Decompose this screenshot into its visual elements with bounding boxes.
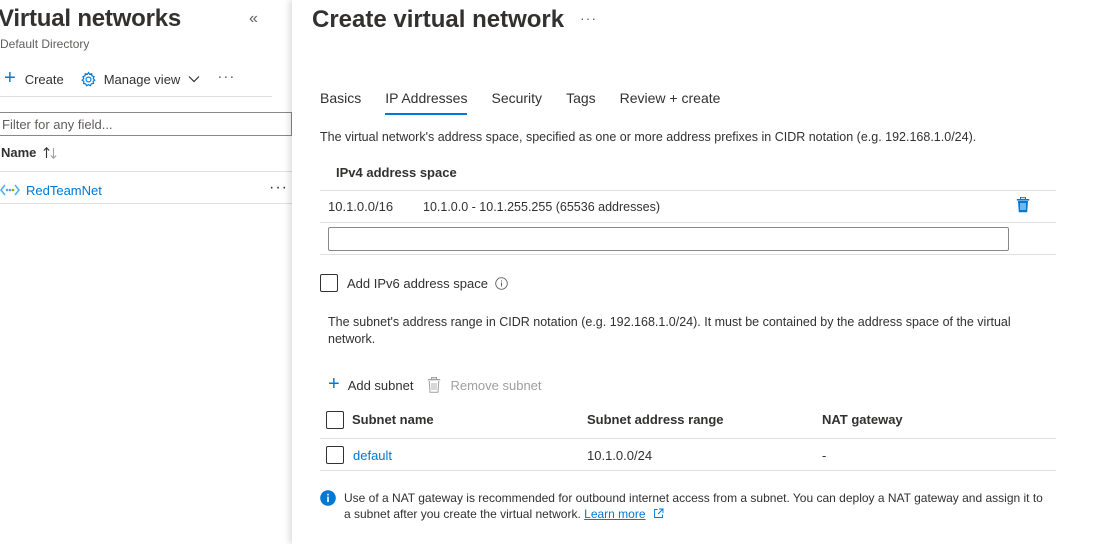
sort-icon[interactable] — [42, 146, 58, 160]
nat-info-text: Use of a NAT gateway is recommended for … — [344, 490, 1050, 522]
manage-view-label: Manage view — [103, 71, 181, 87]
learn-more-link[interactable]: Learn more — [584, 507, 645, 521]
azure-portal-page: Virtual networks Default Directory « + C… — [0, 0, 1120, 544]
address-range: 10.1.0.0 - 10.1.255.255 (65536 addresses… — [423, 200, 660, 214]
virtual-networks-blade: Virtual networks Default Directory « + C… — [0, 0, 292, 544]
command-bar: + Create Manage view ··· — [0, 66, 272, 92]
ipv4-header-divider — [320, 190, 1056, 191]
address-row-divider — [320, 222, 1056, 223]
ipv6-checkbox-label: Add IPv6 address space — [347, 275, 488, 291]
more-options-button[interactable]: ··· — [580, 10, 597, 26]
tab-review-create[interactable]: Review + create — [620, 90, 721, 115]
collapse-blade-icon[interactable]: « — [249, 10, 258, 28]
wizard-tabs: Basics IP Addresses Security Tags Review… — [320, 90, 744, 115]
subnet-description: The subnet's address range in CIDR notat… — [328, 315, 1011, 346]
subnet-row-divider — [320, 470, 1056, 471]
ipv6-option: Add IPv6 address space — [320, 274, 508, 292]
row-more-button[interactable]: ··· — [269, 179, 288, 197]
subnet-range-cell: 10.1.0.0/24 — [587, 448, 653, 463]
subnet-name-header: Subnet name — [352, 412, 434, 427]
subnet-range-header: Subnet address range — [587, 412, 724, 427]
filter-input[interactable]: Filter for any field... — [0, 112, 292, 136]
info-icon[interactable] — [495, 276, 508, 290]
tab-tags[interactable]: Tags — [566, 90, 596, 115]
subnet-name-link[interactable]: default — [353, 448, 392, 463]
subnet-row-checkbox[interactable] — [326, 446, 344, 464]
nat-gateway-header: NAT gateway — [822, 412, 903, 427]
ipv4-section-header: IPv4 address space — [336, 165, 457, 180]
subnet-toolbar: + Add subnet Remove subnet — [328, 373, 542, 395]
add-subnet-button[interactable]: + Add subnet — [328, 373, 414, 395]
address-input-divider — [320, 254, 1056, 255]
list-item[interactable]: RedTeamNet ··· — [0, 177, 292, 203]
subnet-header-divider — [320, 438, 1056, 439]
create-label: Create — [24, 71, 64, 87]
name-column-header[interactable]: Name — [1, 145, 58, 160]
more-actions-button[interactable]: ··· — [217, 68, 235, 85]
blade-title: Virtual networks — [0, 5, 182, 32]
create-virtual-network-blade: Create virtual network ··· Basics IP Add… — [292, 0, 1120, 544]
tab-basics[interactable]: Basics — [320, 90, 361, 115]
address-prefix: 10.1.0.0/16 — [328, 199, 394, 214]
nat-info-message: Use of a NAT gateway is recommended for … — [344, 491, 1043, 521]
list-header-divider — [0, 171, 292, 172]
manage-view-button[interactable]: Manage view — [80, 71, 201, 88]
create-button[interactable]: + Create — [4, 67, 64, 89]
virtual-network-icon — [0, 183, 20, 197]
ipv6-checkbox[interactable] — [320, 274, 338, 292]
plus-icon: + — [328, 373, 340, 395]
ipv4-address-input[interactable] — [328, 227, 1009, 251]
add-subnet-label: Add subnet — [347, 377, 414, 393]
address-prefix-row: 10.1.0.0/16 10.1.0.0 - 10.1.255.255 (655… — [328, 196, 1056, 218]
row-divider — [0, 203, 292, 204]
blade-subtitle: Default Directory — [0, 37, 90, 51]
external-link-icon — [653, 508, 664, 519]
chevron-down-icon — [188, 75, 200, 83]
name-column-label: Name — [1, 145, 37, 160]
nat-info-banner: Use of a NAT gateway is recommended for … — [320, 490, 1050, 522]
vnet-name-link[interactable]: RedTeamNet — [26, 183, 102, 198]
plus-icon: + — [4, 67, 16, 89]
remove-subnet-label: Remove subnet — [450, 377, 542, 393]
remove-subnet-button[interactable]: Remove subnet — [427, 377, 542, 393]
toolbar-divider — [0, 96, 272, 97]
trash-icon — [427, 377, 441, 393]
tab-ip-addresses[interactable]: IP Addresses — [385, 90, 468, 115]
address-space-description: The virtual network's address space, spe… — [320, 130, 977, 144]
delete-icon[interactable] — [1016, 196, 1030, 218]
gear-icon — [80, 71, 97, 88]
tab-security[interactable]: Security — [491, 90, 542, 115]
select-all-subnets-checkbox[interactable] — [326, 411, 344, 429]
page-title: Create virtual network — [312, 6, 565, 33]
info-filled-icon — [320, 490, 336, 522]
nat-gateway-cell: - — [822, 448, 827, 463]
